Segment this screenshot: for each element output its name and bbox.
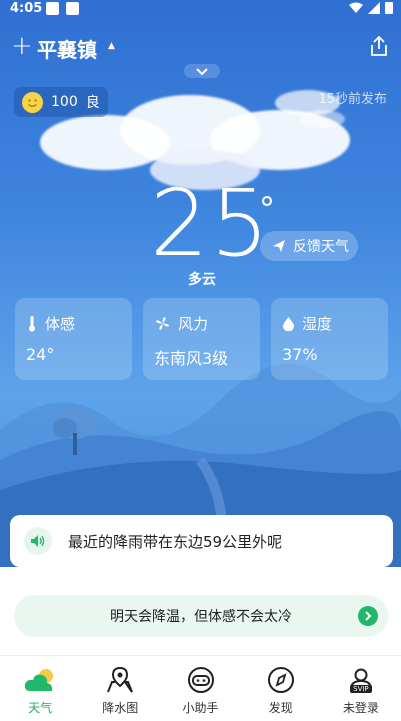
tab-label: 降水图 [102,701,139,715]
tab-label: 发现 [268,701,293,715]
aqi-badge[interactable]: 100 良 [14,87,108,117]
city-name[interactable]: 平襄镇 [37,34,97,63]
forecast-tip[interactable]: 明天会降温，但体感不会太冷 [14,595,388,637]
aqi-value: 100 [51,94,78,110]
published-time: 15秒前发布 [318,92,387,107]
weather-condition: 多云 [188,272,216,288]
aqi-level: 良 [85,95,100,111]
card-value: 东南风3级 [154,349,229,368]
share-icon[interactable] [369,35,389,57]
thermometer-icon [29,315,35,331]
assistant-icon [185,664,217,696]
compass-icon [265,664,297,696]
speaker-icon[interactable] [24,527,52,555]
tip-text: 明天会降温，但体感不会太冷 [110,609,292,625]
notification-app-icon [66,2,79,15]
tab-profile[interactable]: SVIP 未登录 [321,656,401,721]
tab-label: 未登录 [342,701,379,715]
tab-weather[interactable]: 天气 [0,656,80,721]
card-humidity[interactable]: 湿度 37% [271,298,388,380]
header: + 平襄镇 ▲ [0,32,401,62]
tab-label: 天气 [28,701,53,715]
card-title: 风力 [178,315,209,333]
expand-chevron[interactable] [184,64,220,78]
tab-assistant[interactable]: 小助手 [160,656,240,721]
bottom-tab-bar: 天气 降水图 小助手 发现 SVIP 未登录 [0,655,401,721]
tab-discover[interactable]: 发现 [241,656,321,721]
temperature: 25 [150,170,272,277]
signal-icon [368,1,380,14]
tab-label: 小助手 [182,701,219,715]
tree-illustration [53,407,95,455]
status-bar: 4:05 [0,0,401,18]
battery-icon [385,2,393,14]
cloud-sun-icon [24,664,56,696]
arrow-right-icon[interactable] [358,606,378,626]
degree-symbol: ° [259,190,275,228]
map-pin-icon [104,664,136,696]
card-value: 24° [26,345,55,364]
tab-precipitation-map[interactable]: 降水图 [80,656,160,721]
location-arrow-icon: ▲ [108,41,115,51]
svip-badge: SVIP [350,684,372,693]
droplet-icon [283,316,294,331]
status-time: 4:05 [10,1,43,16]
card-feels-like[interactable]: 体感 24° [15,298,132,380]
feedback-weather-button[interactable]: 反馈天气 [260,231,358,261]
notification-a-icon [46,2,59,15]
card-title: 湿度 [302,315,333,333]
rain-alert[interactable]: 最近的降雨带在东边59公里外呢 [10,515,393,567]
svip-user-icon: SVIP [345,664,377,696]
fan-icon [156,317,169,330]
rain-alert-text: 最近的降雨带在东边59公里外呢 [68,532,283,551]
feedback-label: 反馈天气 [293,239,349,255]
card-title: 体感 [45,315,76,333]
card-value: 37% [282,345,318,364]
smile-face-icon [22,91,43,113]
chevron-down-icon [196,68,208,76]
card-wind[interactable]: 风力 东南风3级 [143,298,260,380]
wifi-icon [349,2,363,13]
send-icon [273,240,285,252]
add-city-icon[interactable]: + [11,32,33,60]
